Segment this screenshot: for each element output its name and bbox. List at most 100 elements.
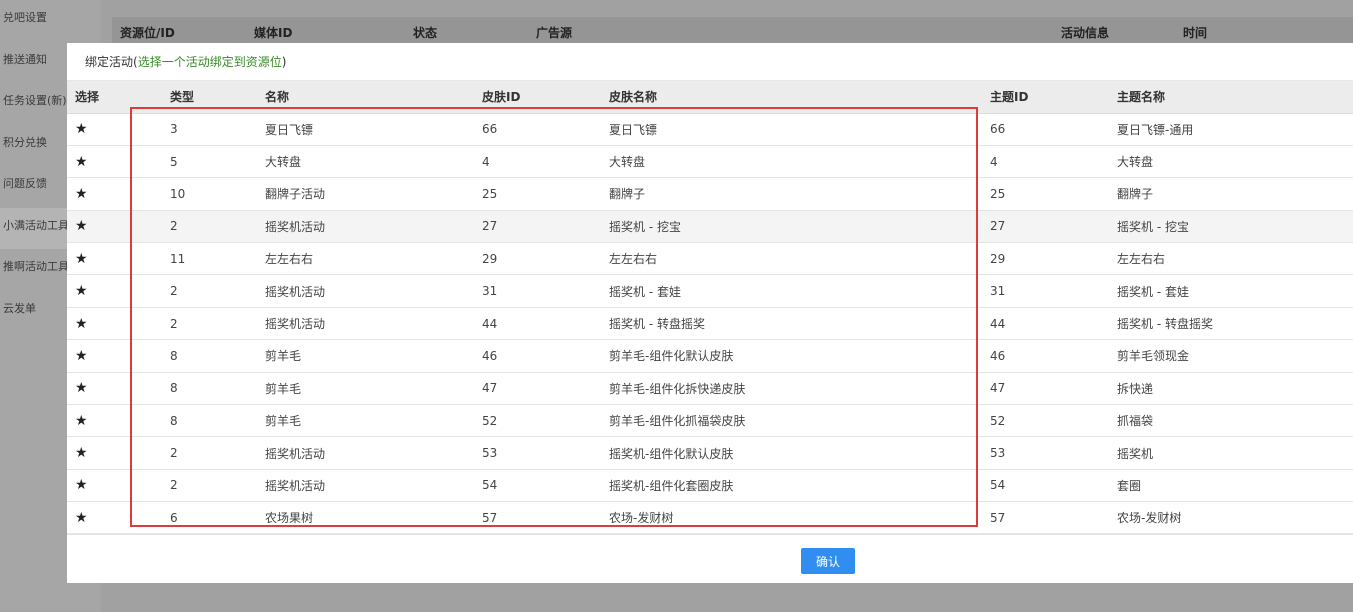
skin-id-cell: 47 xyxy=(482,381,498,396)
theme-name-cell: 套圈 xyxy=(1117,478,1142,493)
star-icon[interactable]: ★ xyxy=(67,145,162,177)
col-header-name: 名称 xyxy=(257,81,474,114)
theme-id-cell: 53 xyxy=(990,446,1006,461)
name-cell: 摇奖机活动 xyxy=(265,317,326,332)
name-cell: 摇奖机活动 xyxy=(265,219,326,234)
name-cell: 大转盘 xyxy=(265,155,302,170)
table-row[interactable]: ★ 2 摇奖机活动 31 摇奖机 - 套娃 31 摇奖机 - 套娃 xyxy=(67,275,1353,308)
theme-id-cell: 27 xyxy=(990,219,1006,234)
theme-id-cell: 46 xyxy=(990,348,1006,363)
star-icon[interactable]: ★ xyxy=(67,113,162,145)
type-cell: 2 xyxy=(170,316,178,331)
skin-name-cell: 摇奖机-组件化套圈皮肤 xyxy=(609,478,734,493)
theme-name-cell: 摇奖机 - 套娃 xyxy=(1117,284,1189,299)
star-icon[interactable]: ★ xyxy=(67,210,162,242)
skin-name-cell: 翻牌子 xyxy=(609,187,646,202)
skin-name-cell: 摇奖机 - 转盘摇奖 xyxy=(609,317,705,332)
table-row[interactable]: ★ 8 剪羊毛 47 剪羊毛-组件化拆快递皮肤 47 拆快递 xyxy=(67,372,1353,405)
theme-name-cell: 抓福袋 xyxy=(1117,414,1154,429)
confirm-button[interactable]: 确认 xyxy=(801,548,855,574)
name-cell: 夏日飞镖 xyxy=(265,122,314,137)
theme-name-cell: 翻牌子 xyxy=(1117,187,1154,202)
bind-activity-modal: 绑定活动(选择一个活动绑定到资源位) 选择 类型 名称 皮肤ID 皮肤名称 主题… xyxy=(67,43,1353,583)
table-row[interactable]: ★ 10 翻牌子活动 25 翻牌子 25 翻牌子 xyxy=(67,178,1353,211)
type-cell: 2 xyxy=(170,284,178,299)
skin-id-cell: 52 xyxy=(482,413,498,428)
sidebar-item-duiba-settings[interactable]: 兑吧设置 xyxy=(0,0,101,42)
name-cell: 剪羊毛 xyxy=(265,349,302,364)
skin-name-cell: 左左右右 xyxy=(609,252,658,267)
bg-header-ad-source: 广告源 xyxy=(536,26,573,40)
activity-table: 选择 类型 名称 皮肤ID 皮肤名称 主题ID 主题名称 ★ 3 夏日飞镖 66 夏日飞… xyxy=(67,81,1353,535)
col-header-theme-name: 主题名称 xyxy=(1109,81,1353,114)
skin-name-cell: 剪羊毛-组件化抓福袋皮肤 xyxy=(609,414,746,429)
table-row[interactable]: ★ 8 剪羊毛 52 剪羊毛-组件化抓福袋皮肤 52 抓福袋 xyxy=(67,405,1353,437)
skin-id-cell: 4 xyxy=(482,154,490,169)
star-icon[interactable]: ★ xyxy=(67,437,162,469)
skin-id-cell: 29 xyxy=(482,251,498,266)
table-row[interactable]: ★ 6 农场果树 57 农场-发财树 57 农场-发财树 xyxy=(67,502,1353,535)
theme-id-cell: 66 xyxy=(990,122,1006,137)
skin-id-cell: 44 xyxy=(482,316,498,331)
table-row[interactable]: ★ 3 夏日飞镖 66 夏日飞镖 66 夏日飞镖-通用 xyxy=(67,113,1353,146)
star-icon[interactable]: ★ xyxy=(67,469,162,501)
star-icon[interactable]: ★ xyxy=(67,405,162,437)
table-row[interactable]: ★ 2 摇奖机活动 27 摇奖机 - 挖宝 27 摇奖机 - 挖宝 xyxy=(67,210,1353,243)
modal-title-hint: 选择一个活动绑定到资源位 xyxy=(137,55,282,69)
table-row[interactable]: ★ 8 剪羊毛 46 剪羊毛-组件化默认皮肤 46 剪羊毛领现金 xyxy=(67,340,1353,373)
theme-name-cell: 大转盘 xyxy=(1117,155,1154,170)
skin-name-cell: 摇奖机 - 套娃 xyxy=(609,284,681,299)
theme-name-cell: 剪羊毛领现金 xyxy=(1117,349,1190,364)
name-cell: 摇奖机活动 xyxy=(265,284,326,299)
table-row[interactable]: ★ 2 摇奖机活动 54 摇奖机-组件化套圈皮肤 54 套圈 xyxy=(67,469,1353,502)
theme-id-cell: 31 xyxy=(990,284,1006,299)
theme-id-cell: 44 xyxy=(990,316,1006,331)
star-icon[interactable]: ★ xyxy=(67,275,162,307)
bg-header-media-id: 媒体ID xyxy=(254,26,293,40)
bg-header-activity-info: 活动信息 xyxy=(1061,26,1110,40)
star-icon[interactable]: ★ xyxy=(67,340,162,372)
skin-id-cell: 66 xyxy=(482,122,498,137)
skin-id-cell: 53 xyxy=(482,446,498,461)
skin-name-cell: 农场-发财树 xyxy=(609,511,674,526)
col-header-select: 选择 xyxy=(67,81,162,114)
type-cell: 8 xyxy=(170,413,178,428)
name-cell: 农场果树 xyxy=(265,511,314,526)
table-row[interactable]: ★ 5 大转盘 4 大转盘 4 大转盘 xyxy=(67,145,1353,178)
skin-name-cell: 摇奖机 - 挖宝 xyxy=(609,219,681,234)
theme-id-cell: 25 xyxy=(990,186,1006,201)
theme-id-cell: 57 xyxy=(990,510,1006,525)
name-cell: 剪羊毛 xyxy=(265,414,302,429)
name-cell: 左左右右 xyxy=(265,252,314,267)
star-icon[interactable]: ★ xyxy=(67,243,162,275)
col-header-skin-name: 皮肤名称 xyxy=(601,81,982,114)
col-header-theme-id: 主题ID xyxy=(982,81,1109,114)
star-icon[interactable]: ★ xyxy=(67,178,162,210)
theme-id-cell: 54 xyxy=(990,478,1006,493)
skin-id-cell: 46 xyxy=(482,348,498,363)
theme-name-cell: 拆快递 xyxy=(1117,381,1154,396)
table-row[interactable]: ★ 2 摇奖机活动 44 摇奖机 - 转盘摇奖 44 摇奖机 - 转盘摇奖 xyxy=(67,307,1353,340)
name-cell: 翻牌子活动 xyxy=(265,187,326,202)
type-cell: 2 xyxy=(170,219,178,234)
star-icon[interactable]: ★ xyxy=(67,307,162,339)
theme-name-cell: 摇奖机 - 转盘摇奖 xyxy=(1117,317,1213,332)
modal-title-text: 绑定活动( xyxy=(85,55,138,69)
type-cell: 3 xyxy=(170,122,178,137)
type-cell: 10 xyxy=(170,186,186,201)
background-table-header xyxy=(112,17,1353,45)
theme-name-cell: 摇奖机 xyxy=(1117,446,1154,461)
star-icon[interactable]: ★ xyxy=(67,502,162,534)
table-row[interactable]: ★ 2 摇奖机活动 53 摇奖机-组件化默认皮肤 53 摇奖机 xyxy=(67,437,1353,470)
skin-id-cell: 54 xyxy=(482,478,498,493)
star-icon[interactable]: ★ xyxy=(67,372,162,404)
col-header-skin-id: 皮肤ID xyxy=(474,81,601,114)
skin-id-cell: 57 xyxy=(482,510,498,525)
col-header-type: 类型 xyxy=(162,81,257,114)
type-cell: 8 xyxy=(170,381,178,396)
type-cell: 2 xyxy=(170,478,178,493)
type-cell: 6 xyxy=(170,510,178,525)
type-cell: 8 xyxy=(170,348,178,363)
theme-id-cell: 29 xyxy=(990,251,1006,266)
table-row[interactable]: ★ 11 左左右右 29 左左右右 29 左左右右 xyxy=(67,243,1353,275)
